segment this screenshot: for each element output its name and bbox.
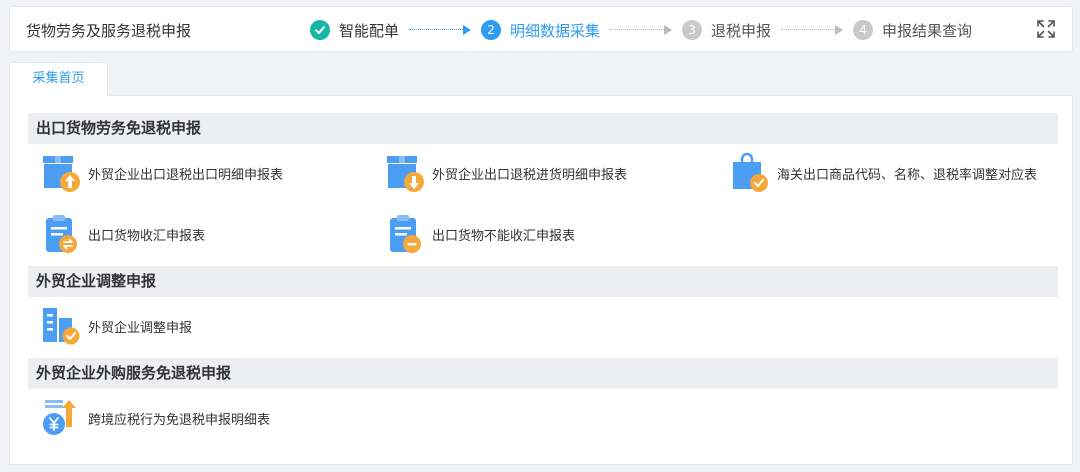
step-connector — [409, 25, 472, 35]
item-label: 出口货物收汇申报表 — [88, 228, 206, 244]
clipboard-exchange-icon — [46, 215, 77, 253]
item-label: 跨境应税行为免退税申报明细表 — [88, 412, 271, 428]
item-export-detail-declaration[interactable]: 外贸企业出口退税出口明细申报表 — [40, 152, 283, 194]
item-forex-receipt-declaration[interactable]: 出口货物收汇申报表 — [40, 213, 205, 255]
item-purchase-detail-declaration[interactable]: 外贸企业出口退税进货明细申报表 — [384, 152, 627, 194]
section-title: 外贸企业外购服务免退税申报 — [28, 358, 1058, 389]
step-label: 明细数据采集 — [510, 21, 601, 40]
section-title: 出口货物劳务免退税申报 — [28, 113, 1058, 144]
item-label: 外贸企业出口退税出口明细申报表 — [88, 167, 284, 183]
progress-steps: 智能配单 2 明细数据采集 3 退税申报 4 申报结果查询 — [310, 18, 972, 42]
step-detail-collection[interactable]: 2 明细数据采集 — [481, 20, 600, 41]
step-number: 3 — [682, 20, 703, 40]
fullscreen-icon[interactable] — [1036, 19, 1056, 39]
main-panel: 出口货物劳务免退税申报 外贸企业出口退税出口明细申报表 外贸企业出口退税进货明细… — [9, 95, 1073, 465]
shopping-bag-check-icon — [733, 152, 768, 192]
check-icon — [310, 20, 330, 40]
step-connector — [610, 25, 673, 35]
item-label: 外贸企业出口退税进货明细申报表 — [432, 167, 628, 183]
step-label: 退税申报 — [711, 21, 772, 40]
box-upload-icon — [43, 156, 80, 192]
page-title: 货物劳务及服务退税申报 — [26, 22, 192, 40]
step-label: 申报结果查询 — [882, 21, 973, 40]
item-customs-code-adjustment[interactable]: 海关出口商品代码、名称、退税率调整对应表 — [729, 152, 1037, 194]
item-label: 外贸企业调整申报 — [88, 320, 193, 336]
item-label: 出口货物不能收汇申报表 — [432, 228, 576, 244]
step-tax-refund-declaration[interactable]: 3 退税申报 — [682, 20, 771, 41]
item-label: 海关出口商品代码、名称、退税率调整对应表 — [777, 167, 1038, 183]
box-download-icon — [387, 156, 424, 192]
top-bar: 货物劳务及服务退税申报 智能配单 2 明细数据采集 3 退税申报 4 申报结果查… — [9, 6, 1073, 52]
item-cross-border-service-declaration[interactable]: 跨境应税行为免退税申报明细表 — [40, 397, 270, 439]
item-no-forex-receipt-declaration[interactable]: 出口货物不能收汇申报表 — [384, 213, 575, 255]
clipboard-minus-icon — [390, 215, 421, 253]
step-connector — [781, 25, 844, 35]
step-smart-match[interactable]: 智能配单 — [310, 20, 399, 41]
step-label: 智能配单 — [339, 21, 400, 40]
step-number: 4 — [853, 20, 874, 40]
building-check-icon — [43, 308, 80, 345]
yen-coin-upload-icon — [43, 400, 76, 435]
item-adjustment-declaration[interactable]: 外贸企业调整申报 — [40, 305, 192, 347]
step-number: 2 — [481, 20, 502, 40]
tab-collection-home[interactable]: 采集首页 — [9, 62, 108, 96]
step-result-query[interactable]: 4 申报结果查询 — [853, 20, 972, 41]
section-title: 外贸企业调整申报 — [28, 266, 1058, 297]
